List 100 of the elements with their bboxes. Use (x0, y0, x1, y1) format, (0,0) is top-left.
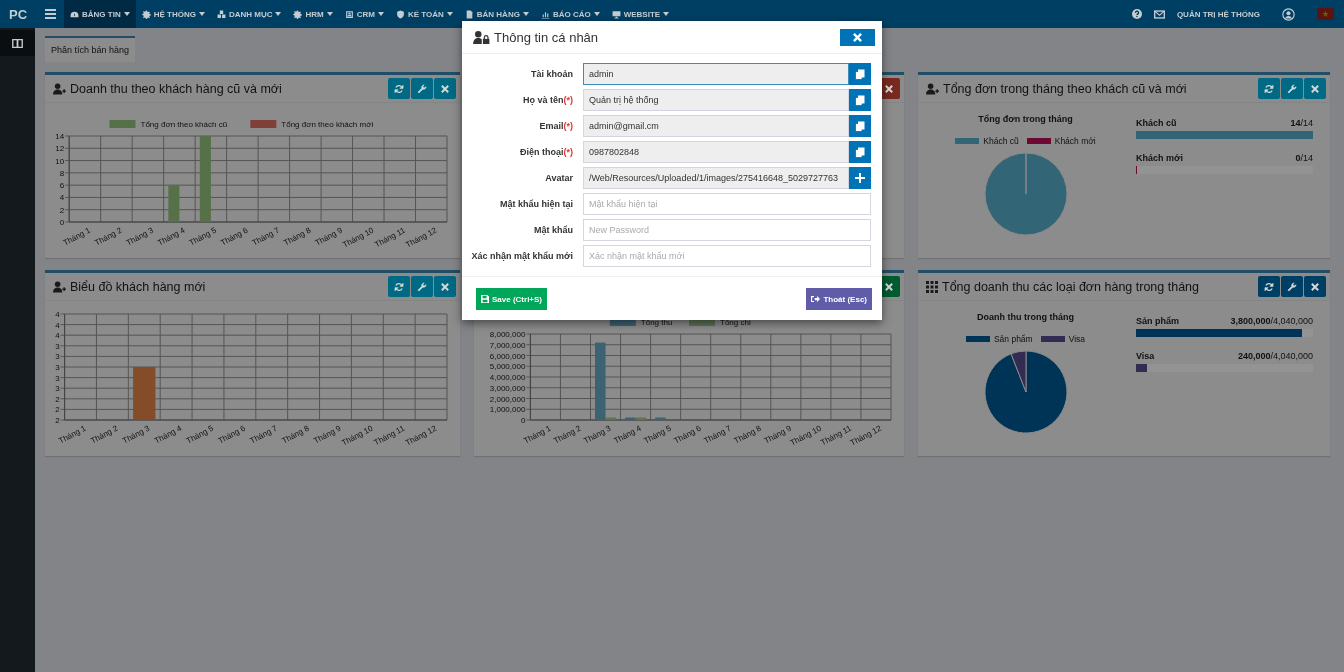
panel-title: Biểu đồ khách hàng mới (70, 279, 206, 294)
axis-tick-label: 2 (55, 416, 60, 425)
category-label: Tháng 8 (280, 423, 311, 446)
category-label: Tháng 2 (89, 423, 120, 446)
category-label: Tháng 5 (187, 225, 218, 248)
dialog-title: Thông tin cá nhân (494, 29, 599, 45)
axis-tick-label: 6,000,000 (489, 351, 526, 361)
legend-label: Tổng thu (640, 318, 673, 327)
nav-menu-item[interactable]: HRM (287, 0, 339, 28)
axis-tick-label: 2 (55, 405, 60, 415)
password-field[interactable]: New Password (583, 219, 871, 241)
legend-label: Tổng đơn theo khách cũ (140, 120, 228, 129)
progress-label: Sản phẩm (1136, 316, 1179, 326)
category-label: Tháng 7 (250, 225, 281, 248)
axis-tick-label: 7,000,000 (489, 340, 526, 350)
axis-tick-label: 3 (55, 341, 60, 351)
axis-tick-label: 2,000,000 (489, 394, 526, 404)
axis-tick-label: 4,000,000 (489, 373, 526, 382)
category-label: Tháng 4 (152, 423, 184, 446)
progress-value: 240,000/4,040,000 (1237, 351, 1313, 361)
text-field[interactable]: 0987802848 (583, 141, 849, 163)
legend-label: Tổng chi (720, 318, 751, 327)
category-label: Tháng 10 (341, 225, 376, 250)
category-label: Tháng 6 (216, 423, 247, 446)
nav-menu-item[interactable]: CRM (338, 0, 390, 28)
field-label: Xác nhận mật khẩu mới (470, 251, 574, 261)
text-field[interactable]: Quản trị hệ thống (583, 89, 849, 111)
axis-tick-label: 3 (55, 384, 60, 394)
panel-title: Tổng đơn trong tháng theo khách cũ và mới (943, 81, 1187, 96)
legend-label: Tổng đơn theo khách mới (281, 120, 374, 129)
chart-title: Doanh thu trong tháng (977, 312, 1074, 322)
category-label: Tháng 10 (340, 423, 375, 448)
progress-label: Khách mới (1136, 153, 1183, 163)
category-label: Tháng 12 (403, 423, 438, 448)
category-label: Tháng 12 (404, 225, 439, 250)
axis-tick-label: 2 (59, 205, 65, 215)
panel-title: Tổng doanh thu các loại đơn hàng trong tháng (942, 279, 1199, 294)
nav-menu-item[interactable]: KẾ TOÁN (389, 0, 459, 28)
legend-label: Khách cũ (983, 136, 1019, 146)
legend-label: Sản phẩm (993, 334, 1033, 344)
progress-value: 3,800,000/4,040,000 (1230, 316, 1313, 326)
axis-tick-label: 6 (59, 181, 65, 191)
legend-label: Visa (1068, 334, 1086, 344)
axis-tick-label: 3 (55, 363, 60, 372)
category-label: Tháng 8 (732, 423, 763, 446)
category-label: Tháng 5 (642, 423, 673, 446)
axis-tick-label: 12 (55, 144, 65, 154)
field-label: Email(*) (538, 121, 574, 131)
axis-tick-label: 3,000,000 (489, 383, 526, 393)
text-field[interactable]: admin (583, 63, 849, 85)
category-label: Tháng 3 (124, 225, 155, 248)
progress-label: Visa (1136, 351, 1155, 361)
nav-menu-item[interactable]: HỆ THỐNG (135, 0, 211, 28)
password-field[interactable]: Xác nhận mật khẩu mới (583, 245, 871, 267)
axis-tick-label: 5,000,000 (489, 362, 526, 372)
category-label: Tháng 1 (522, 423, 553, 446)
category-label: Tháng 1 (61, 225, 92, 248)
category-label: Tháng 5 (184, 423, 215, 446)
legend-label: Khách mới (1054, 136, 1096, 146)
category-label: Tháng 1 (57, 423, 88, 446)
axis-tick-label: 3 (55, 373, 60, 383)
axis-tick-label: 4 (59, 193, 65, 203)
category-label: Tháng 4 (156, 225, 187, 248)
user-menu-link[interactable]: QUẢN TRỊ HỆ THỐNG (1176, 9, 1260, 19)
field-label: Avatar (544, 173, 574, 183)
category-label: Tháng 7 (702, 423, 733, 446)
axis-tick-label: 0 (59, 218, 65, 227)
exit-button[interactable]: Thoát (Esc) (806, 288, 872, 310)
text-field[interactable]: /Web/Resources/Uploaded/1/images/275416648_5029727763 (583, 167, 849, 189)
progress-value: 0/14 (1295, 153, 1313, 163)
nav-menu-item[interactable]: BÁO CÁO (534, 0, 606, 28)
category-label: Tháng 9 (312, 423, 343, 446)
axis-tick-label: 4 (55, 310, 60, 319)
tab[interactable]: Phân tích bán hàng (45, 36, 136, 62)
nav-menu-item[interactable]: DANH MỤC (210, 0, 288, 28)
axis-tick-label: 4 (55, 331, 60, 341)
axis-tick-label: 14 (55, 132, 65, 141)
nav-menu-item[interactable]: WEBSITE (605, 0, 676, 28)
category-label: Tháng 2 (552, 423, 583, 446)
axis-tick-label: 8,000,000 (489, 330, 526, 339)
category-label: Tháng 8 (282, 225, 313, 248)
axis-tick-label: 1,000,000 (489, 405, 526, 415)
category-label: Tháng 6 (672, 423, 703, 446)
axis-tick-label: 10 (55, 156, 65, 166)
axis-tick-label: 2 (55, 394, 60, 404)
axis-tick-label: 8 (59, 168, 65, 178)
panel-title: Doanh thu theo khách hàng cũ và mới (70, 81, 282, 96)
nav-menu-item[interactable]: BẢNG TIN (64, 0, 136, 28)
text-field[interactable]: admin@gmail.cm (583, 115, 849, 137)
field-label: Mật khẩu (533, 225, 574, 235)
nav-menu-item[interactable]: BÁN HÀNG (458, 0, 535, 28)
brand-logo[interactable]: PC (0, 6, 36, 22)
category-label: Tháng 2 (93, 225, 124, 248)
axis-tick-label: 3 (55, 352, 60, 362)
progress-value: 14/14 (1290, 118, 1313, 128)
category-label: Tháng 4 (612, 423, 643, 446)
category-label: Tháng 3 (582, 423, 613, 446)
category-label: Tháng 9 (313, 225, 344, 248)
progress-label: Khách cũ (1136, 118, 1177, 128)
password-field[interactable]: Mật khẩu hiện tại (583, 193, 871, 215)
